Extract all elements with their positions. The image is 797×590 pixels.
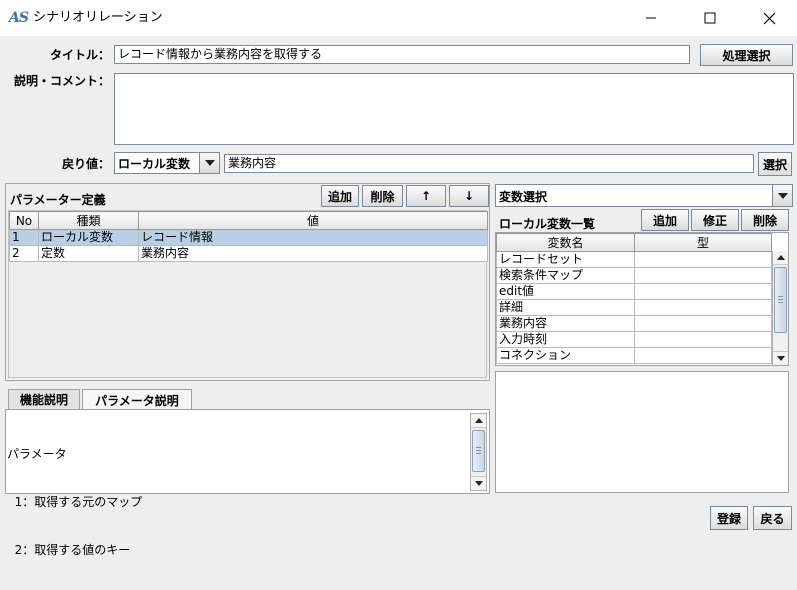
app-logo-icon: AS (9, 10, 29, 26)
table-row[interactable]: 業務内容 (496, 315, 772, 332)
description-line: 1：取得する元のマップ (7, 495, 143, 509)
param-delete-button[interactable]: 削除 (362, 185, 403, 207)
parameter-table-viewport: No 種類 値 1 ローカル変数 レコード情報 2 定数 業務内容 (8, 210, 488, 378)
cell-type (634, 299, 772, 316)
column-header-kind[interactable]: 種類 (38, 211, 139, 230)
cell-type (634, 315, 772, 332)
close-icon (763, 12, 775, 24)
maximize-icon (704, 12, 716, 24)
table-row[interactable]: 検索条件マップ (496, 267, 772, 284)
cell-no: 1 (9, 229, 39, 246)
variable-add-button[interactable]: 追加 (641, 209, 689, 231)
variable-edit-button[interactable]: 修正 (691, 209, 739, 231)
variable-delete-button[interactable]: 削除 (741, 209, 789, 231)
cell-type (634, 251, 772, 268)
register-button[interactable]: 登録 (710, 506, 748, 530)
cell-kind: ローカル変数 (38, 229, 139, 246)
maximize-button[interactable] (687, 0, 733, 36)
column-header-variable-name[interactable]: 変数名 (496, 233, 635, 252)
tab-parameter-description[interactable]: パラメータ説明 (82, 389, 192, 410)
return-label: 戻り値： (61, 157, 110, 171)
variable-table-viewport: 変数名 型 レコードセット 検索条件マップ edit値 詳細 業務内容 入力時刻… (495, 232, 789, 366)
local-variable-list-title: ローカル変数一覧 (499, 217, 596, 231)
variable-scrollbar[interactable] (772, 251, 788, 365)
comment-textarea[interactable] (114, 73, 794, 145)
cell-variable-name: 入力時刻 (496, 331, 635, 348)
cell-variable-name: 検索条件マップ (496, 267, 635, 284)
cell-type (634, 347, 772, 364)
process-select-button[interactable]: 処理選択 (700, 44, 793, 66)
table-row[interactable]: edit値 (496, 283, 772, 300)
parameter-panel-title: パラメーター定義 (10, 193, 106, 207)
select-button[interactable]: 選択 (758, 152, 792, 176)
scroll-thumb[interactable] (774, 267, 787, 333)
cell-type (634, 283, 772, 300)
scroll-down-button[interactable] (773, 351, 788, 365)
table-row[interactable]: レコードセット (496, 251, 772, 268)
scroll-down-button[interactable] (471, 476, 486, 490)
scroll-up-button[interactable] (773, 251, 788, 265)
description-text: パラメータ 1：取得する元のマップ 2：取得する値のキー (7, 414, 142, 590)
tab-content: パラメータ 1：取得する元のマップ 2：取得する値のキー (5, 409, 490, 557)
table-row[interactable]: コネクション (496, 347, 772, 364)
column-header-no[interactable]: No (9, 211, 39, 230)
chevron-down-icon[interactable] (772, 185, 792, 206)
scroll-up-button[interactable] (471, 414, 486, 428)
cell-variable-name: コネクション (496, 347, 635, 364)
description-scrollbar[interactable] (470, 413, 487, 491)
cell-kind: 定数 (38, 245, 139, 262)
variable-table: 変数名 型 レコードセット 検索条件マップ edit値 詳細 業務内容 入力時刻… (496, 233, 772, 364)
param-add-button[interactable]: 追加 (321, 185, 359, 207)
cell-variable-name: 詳細 (496, 299, 635, 316)
cell-type (634, 267, 772, 284)
variable-select-value: 変数選択 (499, 190, 548, 204)
parameter-table: No 種類 値 1 ローカル変数 レコード情報 2 定数 業務内容 (9, 211, 488, 262)
window-title: シナリオリレーション (33, 10, 163, 25)
back-button[interactable]: 戻る (753, 506, 792, 530)
close-button[interactable] (746, 0, 792, 36)
title-input[interactable]: レコード情報から業務内容を取得する (114, 45, 690, 64)
chevron-down-icon[interactable] (199, 153, 219, 173)
table-row[interactable]: 詳細 (496, 299, 772, 316)
cell-variable-name: edit値 (496, 283, 635, 300)
scroll-thumb[interactable] (472, 430, 485, 472)
table-row[interactable]: 入力時刻 (496, 331, 772, 348)
column-header-type[interactable]: 型 (634, 233, 772, 252)
move-up-button[interactable]: ↑ (406, 185, 446, 207)
description-line: 2：取得する値のキー (7, 543, 131, 557)
return-type-select[interactable]: ローカル変数 (114, 152, 220, 174)
minimize-icon (646, 17, 656, 19)
table-row[interactable]: 1 ローカル変数 レコード情報 (9, 229, 488, 246)
comment-label: 説明・コメント： (13, 74, 110, 88)
move-down-button[interactable]: ↓ (449, 185, 489, 207)
title-label: タイトル： (49, 48, 110, 62)
cell-value: レコード情報 (138, 229, 488, 246)
table-row[interactable]: 2 定数 業務内容 (9, 245, 488, 262)
column-header-value[interactable]: 値 (138, 211, 488, 230)
cell-no: 2 (9, 245, 39, 262)
cell-variable-name: レコードセット (496, 251, 635, 268)
cell-type (634, 331, 772, 348)
cell-variable-name: 業務内容 (496, 315, 635, 332)
variable-select[interactable]: 変数選択 (495, 184, 793, 207)
minimize-button[interactable] (628, 0, 674, 36)
variable-detail-area[interactable] (495, 371, 789, 493)
description-line: パラメータ (7, 447, 67, 461)
return-value-input[interactable]: 業務内容 (224, 154, 754, 173)
return-type-value: ローカル変数 (118, 157, 191, 171)
cell-value: 業務内容 (138, 245, 488, 262)
tab-function-description[interactable]: 機能説明 (8, 389, 80, 409)
